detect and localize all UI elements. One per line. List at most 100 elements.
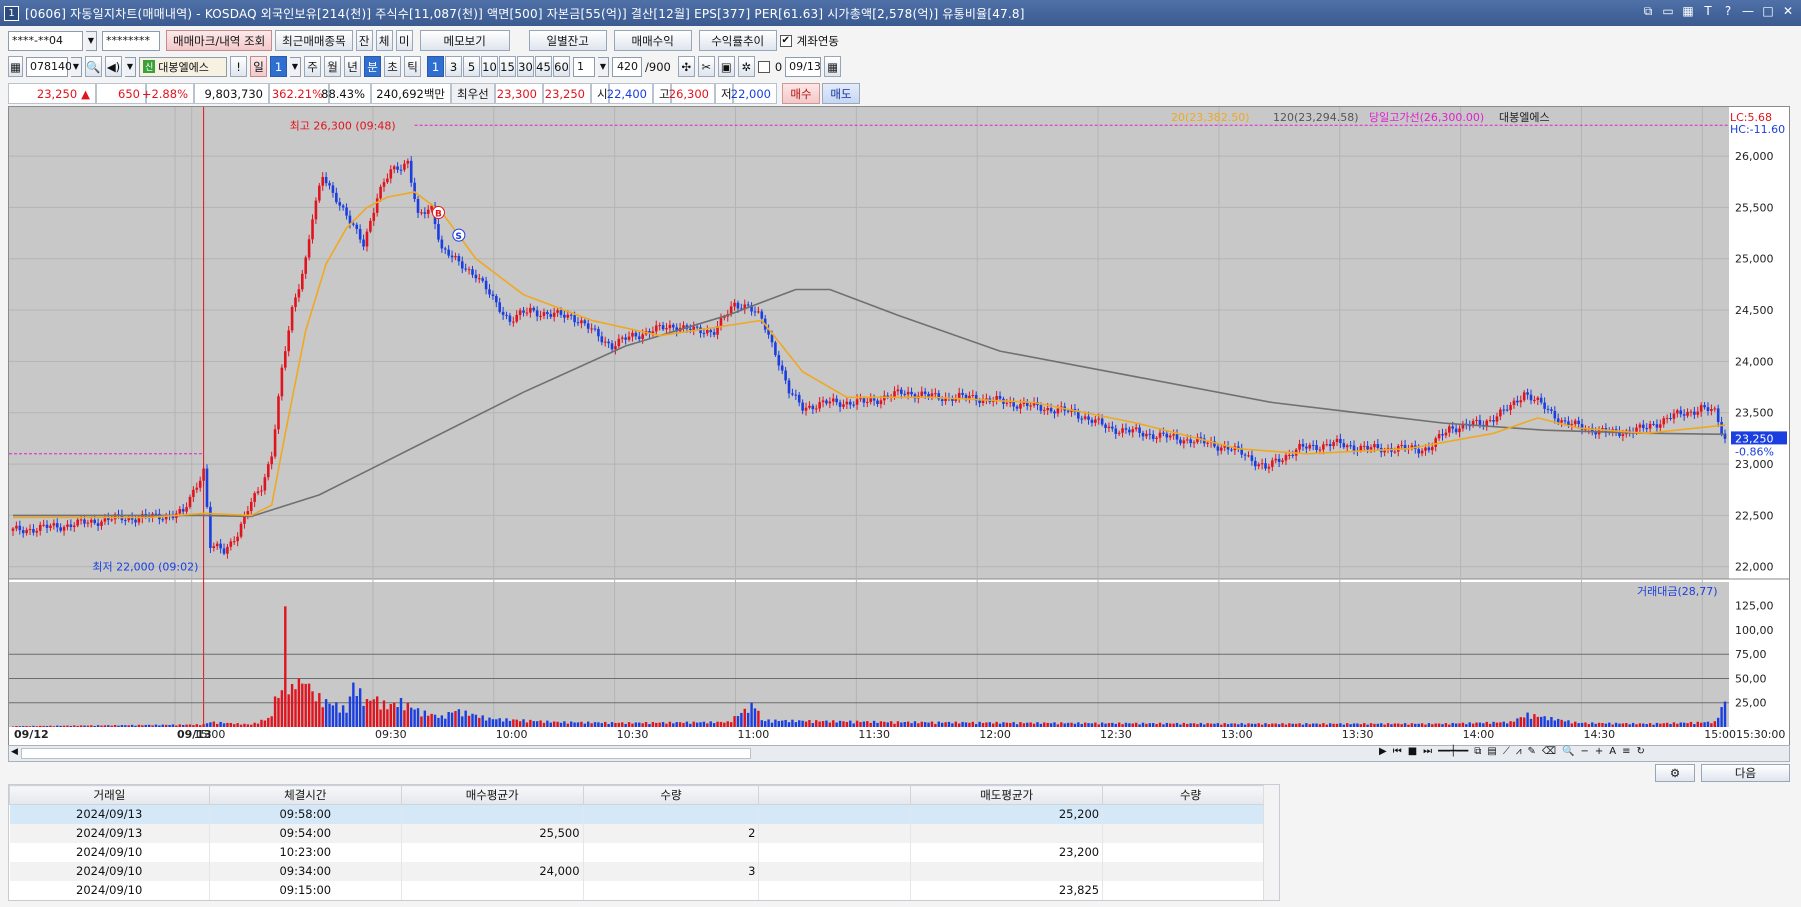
orders-settings-button[interactable]: ⚙: [1655, 764, 1695, 782]
column-header[interactable]: [758, 785, 912, 805]
bar-count-input[interactable]: 420: [612, 56, 642, 77]
crosshair-icon[interactable]: ✣: [677, 56, 695, 77]
refresh-icon[interactable]: ↻: [1637, 746, 1645, 757]
period-3-button[interactable]: 3: [445, 56, 462, 77]
restore-icon[interactable]: ▭: [1661, 4, 1675, 19]
candle-body: [1141, 432, 1145, 437]
eraser-icon[interactable]: ⌫: [1542, 746, 1556, 757]
minimize-icon[interactable]: —: [1741, 4, 1755, 19]
table-scrollbar[interactable]: [1263, 785, 1279, 900]
profit-rate-button[interactable]: 수익률추이: [698, 30, 777, 51]
scroll-thumb[interactable]: [21, 748, 751, 759]
column-header[interactable]: 수량: [1102, 785, 1279, 805]
daily-balance-button[interactable]: 일별잔고: [528, 30, 607, 51]
last-icon[interactable]: ⏭: [1423, 746, 1432, 757]
period-30-button[interactable]: 30: [517, 56, 534, 77]
close-icon[interactable]: ✕: [1781, 4, 1795, 19]
volume-bar: [1550, 716, 1553, 727]
alert-button[interactable]: !: [230, 56, 247, 77]
pen-icon[interactable]: ✎: [1528, 746, 1536, 757]
table-row[interactable]: 2024/09/1009:34:0024,0003 0: [9, 861, 1279, 881]
calendar-icon[interactable]: ▦: [824, 56, 842, 77]
period-tick-button[interactable]: 틱: [404, 56, 421, 77]
volume-bar: [250, 724, 253, 727]
next-page-button[interactable]: 다음: [1701, 764, 1790, 782]
text-tool-icon[interactable]: A: [1609, 746, 1616, 757]
stock-code-input[interactable]: 078140: [26, 56, 72, 77]
price-chart[interactable]: 26,000 25,500 25,000 24,500 24,000 23,500 23,0…: [9, 107, 1789, 745]
table-row[interactable]: 2024/09/1309:54:0025,5002 0: [9, 823, 1279, 843]
font-icon[interactable]: T: [1701, 4, 1715, 19]
column-header[interactable]: 수량: [582, 785, 760, 805]
code-dropdown-icon[interactable]: ▼: [71, 56, 82, 77]
interval-field[interactable]: 1: [573, 56, 595, 77]
search-icon[interactable]: 🔍: [85, 56, 102, 77]
period-10-button[interactable]: 10: [481, 56, 498, 77]
period-5-button[interactable]: 5: [463, 56, 480, 77]
column-header[interactable]: 매도평균가: [910, 785, 1104, 805]
trendline-icon[interactable]: ⟋: [1503, 746, 1510, 757]
link-icon[interactable]: ⧉: [1641, 4, 1655, 19]
unfilled-button[interactable]: 미: [395, 30, 413, 51]
zoom-slider-icon[interactable]: ━━┿━━: [1438, 746, 1468, 757]
chart-area[interactable]: 26,000 25,500 25,000 24,500 24,000 23,500 23,0…: [8, 106, 1790, 746]
trade-profit-button[interactable]: 매매수익: [613, 30, 692, 51]
fibo-icon[interactable]: ⩘: [1516, 746, 1522, 757]
help-icon[interactable]: ?: [1721, 4, 1735, 19]
day-count-dropdown-icon[interactable]: ▼: [290, 56, 301, 77]
stock-name-field[interactable]: 신 대봉엘에스: [139, 56, 227, 77]
magnifier-icon[interactable]: 🔍: [1562, 746, 1574, 757]
settings-icon[interactable]: ✲: [737, 56, 755, 77]
tile-icon[interactable]: ▦: [1681, 4, 1695, 19]
executed-button[interactable]: 체: [375, 30, 393, 51]
layout-icon[interactable]: ▤: [1487, 746, 1496, 757]
draw-tool-icon[interactable]: ✂: [697, 56, 715, 77]
period-month-button[interactable]: 월: [324, 56, 341, 77]
period-second-button[interactable]: 초: [384, 56, 401, 77]
column-header[interactable]: 매수평균가: [400, 785, 584, 805]
maximize-icon[interactable]: □: [1761, 4, 1775, 19]
first-icon[interactable]: ⏮: [1393, 746, 1402, 757]
password-input[interactable]: ********: [102, 30, 160, 51]
table-row[interactable]: 2024/09/1009:15:00 23,8252: [9, 880, 1279, 900]
period-45-button[interactable]: 45: [535, 56, 552, 77]
volume-bar: [1335, 723, 1339, 727]
copy-icon[interactable]: ⧉: [1474, 746, 1481, 757]
zoom-out-icon[interactable]: −: [1580, 746, 1588, 757]
column-header[interactable]: 체결시간: [208, 785, 402, 805]
chart-scrollbar[interactable]: ◀ ▶ ⏮ ■ ⏭ ━━┿━━ ⧉ ▤ ⟋ ⩘ ✎ ⌫ 🔍 − + A ≡ ↻: [8, 745, 1790, 762]
account-dropdown-icon[interactable]: ▼: [86, 30, 97, 51]
stop-icon[interactable]: ■: [1408, 746, 1417, 757]
period-60-button[interactable]: 60: [553, 56, 570, 77]
date-checkbox[interactable]: [757, 60, 770, 73]
balance-button[interactable]: 잔: [355, 30, 373, 51]
list-icon[interactable]: ≡: [1622, 746, 1630, 757]
buy-button[interactable]: 매수: [782, 83, 820, 104]
period-day-button[interactable]: 일: [250, 56, 267, 77]
period-15-button[interactable]: 15: [499, 56, 516, 77]
grid-icon[interactable]: ▦: [8, 56, 23, 77]
trade-mark-button[interactable]: 매매마크/내역 조회: [166, 30, 273, 51]
date-input[interactable]: 09/13: [785, 56, 822, 77]
sound-dropdown-icon[interactable]: ▼: [125, 56, 136, 77]
account-input[interactable]: ****-**04: [8, 30, 83, 51]
column-header[interactable]: 거래일: [9, 785, 210, 805]
period-1-button[interactable]: 1: [427, 56, 444, 77]
scroll-right-icon[interactable]: ▶: [1379, 746, 1387, 757]
zoom-in-icon[interactable]: +: [1595, 746, 1603, 757]
period-week-button[interactable]: 주: [304, 56, 321, 77]
volume-bar: [1070, 722, 1073, 727]
sell-button[interactable]: 매도: [822, 83, 860, 104]
save-icon[interactable]: ▣: [717, 56, 735, 77]
scroll-left-icon[interactable]: ◀: [11, 747, 18, 757]
speaker-icon[interactable]: ◀): [105, 56, 122, 77]
account-link-checkbox[interactable]: ✔: [779, 34, 792, 47]
period-year-button[interactable]: 년: [344, 56, 361, 77]
table-row[interactable]: 2024/09/1010:23:00 23,2003: [9, 842, 1279, 862]
period-minute-button[interactable]: 분: [364, 56, 381, 77]
table-row[interactable]: 2024/09/1309:58:00 25,2002: [9, 804, 1279, 824]
day-count-field[interactable]: 1: [270, 56, 287, 77]
interval-dropdown-icon[interactable]: ▼: [598, 56, 609, 77]
memo-button[interactable]: 메모보기: [419, 30, 510, 51]
recent-trades-button[interactable]: 최근매매종목: [275, 30, 353, 51]
